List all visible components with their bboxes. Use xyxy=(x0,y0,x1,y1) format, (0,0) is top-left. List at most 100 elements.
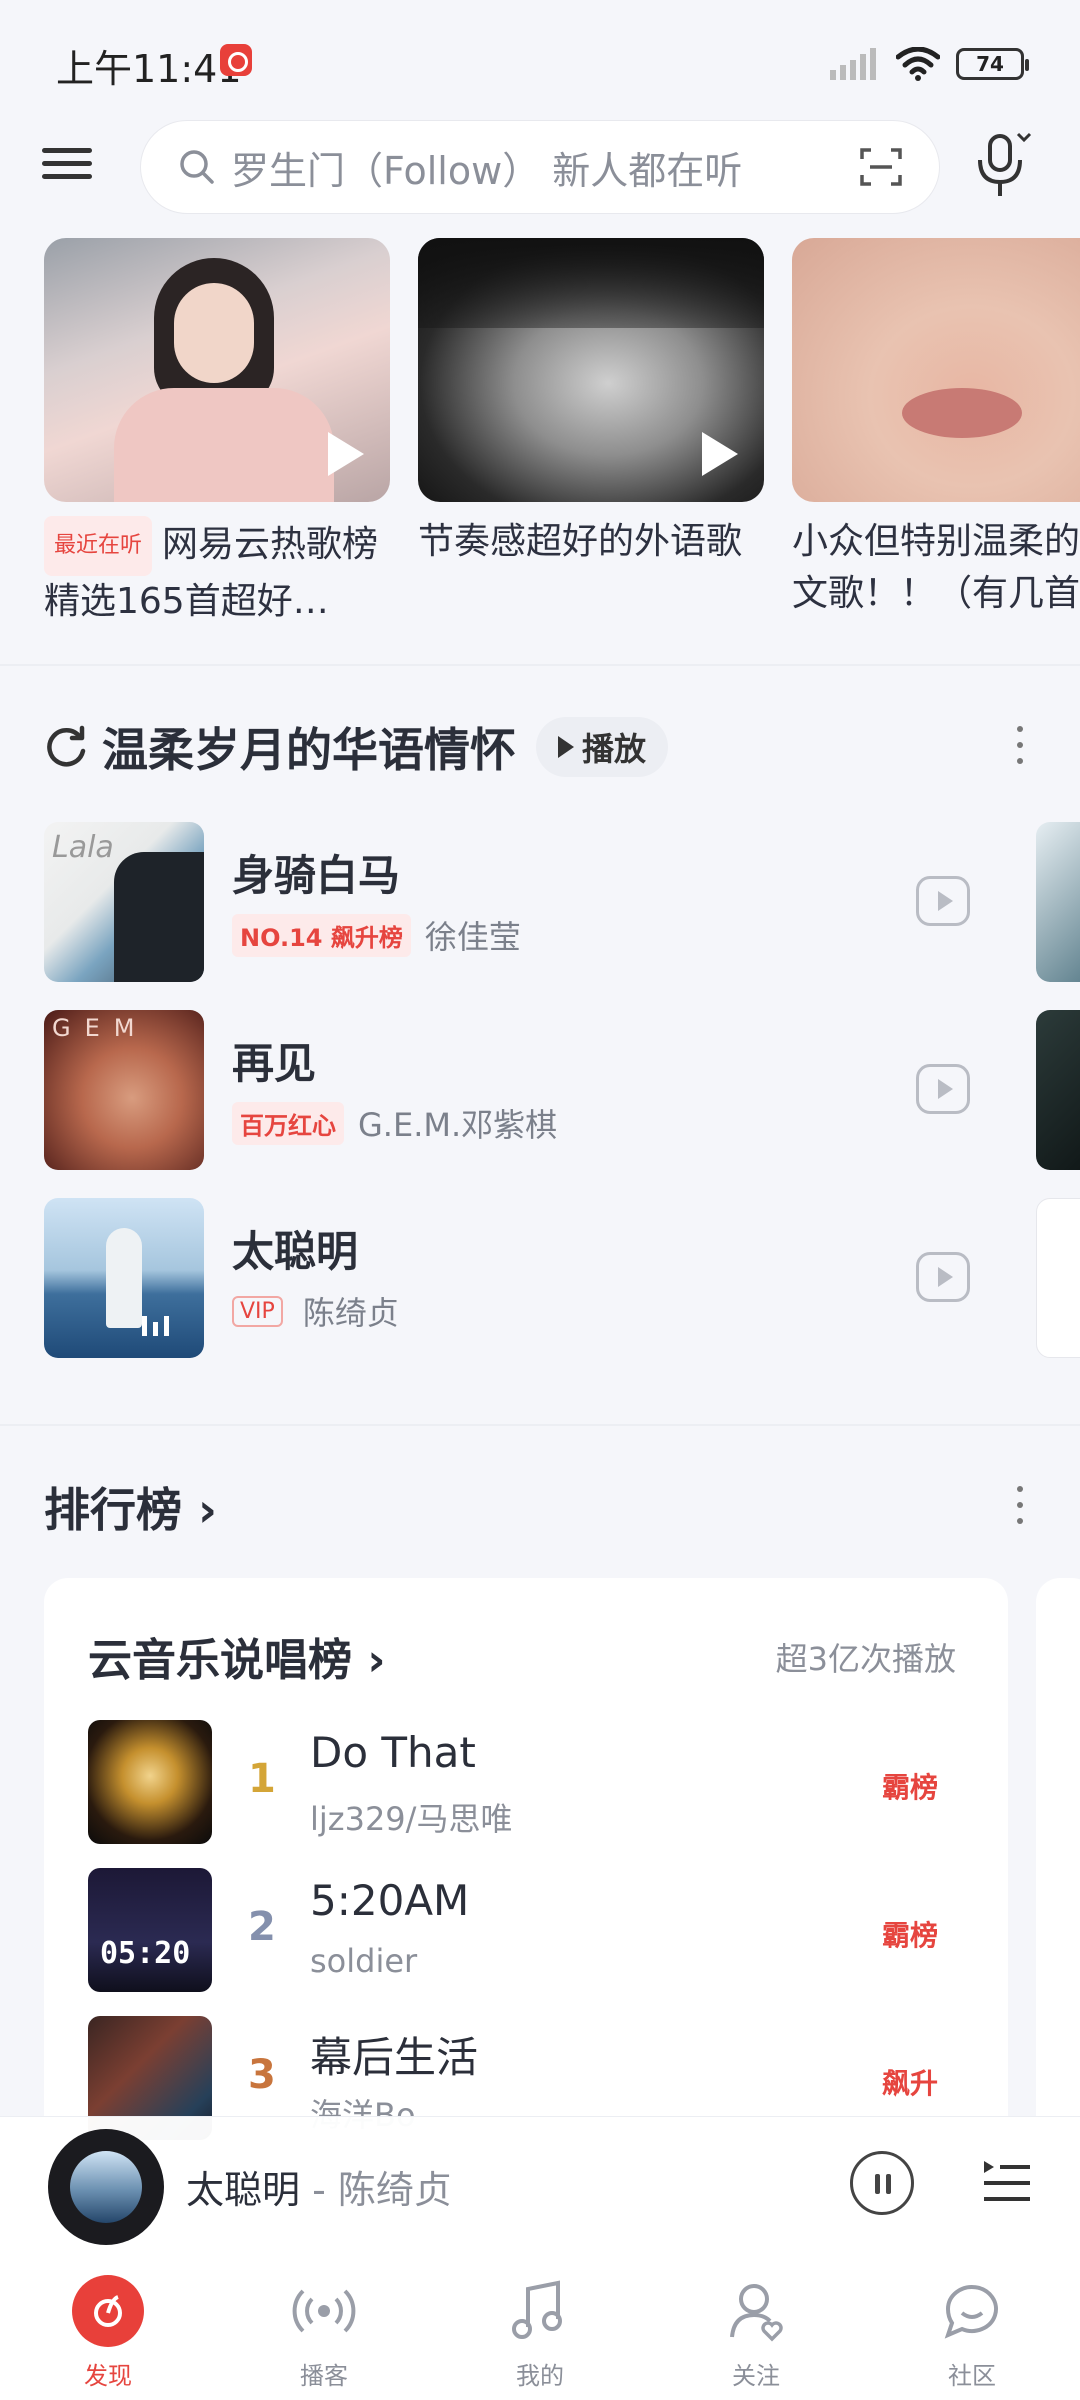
play-all-button[interactable]: 播放 xyxy=(536,717,669,777)
mini-player[interactable]: 太聪明 - 陈绮贞 xyxy=(0,2116,1080,2256)
chart-cover-image: 05:20 xyxy=(88,1868,212,1992)
chevron-right-icon: › xyxy=(367,1635,386,1686)
bottom-nav: 发现 播客 我的 关注 社区 xyxy=(0,2256,1080,2400)
song-artist: 陈绮贞 xyxy=(302,1294,399,1332)
play-video-icon[interactable] xyxy=(916,1064,970,1114)
chart-play-count: 超3亿次播放 xyxy=(775,1640,956,1678)
nav-follow[interactable]: 关注 xyxy=(648,2256,864,2400)
chart-artist: soldier xyxy=(310,1942,418,1980)
play-video-icon[interactable] xyxy=(916,876,970,926)
music-note-icon xyxy=(503,2274,577,2348)
signal-icon xyxy=(830,48,876,80)
now-playing-artist: 陈绮贞 xyxy=(337,2168,452,2212)
status-indicators: 74 xyxy=(830,44,1029,84)
chart-rank: 1 xyxy=(248,1756,276,1802)
section-divider xyxy=(0,1424,1080,1426)
recent-tag: 最近在听 xyxy=(44,516,153,576)
playlist-title: 小众但特别温柔的文歌！！（有几首 xyxy=(792,521,1080,614)
nav-label: 我的 xyxy=(516,2362,564,2390)
chevron-right-icon: › xyxy=(198,1483,217,1537)
playlist-queue-icon[interactable] xyxy=(980,2155,1032,2207)
menu-icon[interactable] xyxy=(42,140,96,194)
nav-label: 社区 xyxy=(948,2362,996,2390)
status-bar: 上午11:41 74 xyxy=(0,0,1080,120)
song-row[interactable]: GEM 再见 百万红心 G.E.M.邓紫棋 xyxy=(44,1010,1044,1170)
chart-tag: 霸榜 xyxy=(881,1919,938,1952)
status-time: 上午11:41 xyxy=(56,47,242,91)
next-column-cover xyxy=(1036,1010,1080,1170)
nav-community[interactable]: 社区 xyxy=(864,2256,1080,2400)
play-icon xyxy=(328,432,364,476)
play-icon xyxy=(702,432,738,476)
search-bar[interactable]: 罗生门（Follow） 新人都在听 xyxy=(140,120,940,214)
battery-level: 74 xyxy=(976,52,1004,76)
pause-button[interactable] xyxy=(850,2151,914,2215)
chart-title[interactable]: 云音乐说唱榜 › xyxy=(88,1624,385,1688)
now-playing-separator: - xyxy=(300,2168,338,2212)
battery-icon: 74 xyxy=(956,48,1029,80)
playlist-cover-image xyxy=(792,238,1080,502)
recommend-header: 温柔岁月的华语情怀 播放 xyxy=(44,714,669,780)
nav-label: 播客 xyxy=(300,2362,348,2390)
chart-cover-image xyxy=(88,1720,212,1844)
song-row[interactable]: Lala 身骑白马 NO.14 飙升榜 徐佳莹 xyxy=(44,822,1044,982)
nav-mine[interactable]: 我的 xyxy=(432,2256,648,2400)
play-icon xyxy=(558,736,574,758)
search-icon xyxy=(180,150,214,184)
nav-label: 关注 xyxy=(732,2362,780,2390)
chart-title-text: 云音乐说唱榜 xyxy=(88,1635,352,1686)
chart-tag: 飙升 xyxy=(881,2067,938,2100)
follow-icon xyxy=(719,2274,793,2348)
next-column-cover xyxy=(1036,1198,1080,1358)
album-disc[interactable] xyxy=(48,2129,164,2245)
more-options-icon[interactable] xyxy=(1010,1480,1030,1530)
now-playing-title: 太聪明 xyxy=(186,2168,301,2212)
more-options-icon[interactable] xyxy=(1010,720,1030,770)
song-cover-image: Lala xyxy=(44,822,204,982)
vip-badge: VIP xyxy=(232,1295,283,1327)
chart-row[interactable]: 1 Do That ljz329/马思唯 霸榜 xyxy=(88,1720,968,1844)
playlist-cover-image xyxy=(44,238,390,502)
chart-badge: NO.14 飙升榜 xyxy=(232,913,411,957)
song-artist: 徐佳莹 xyxy=(424,918,521,956)
album-art xyxy=(70,2151,142,2223)
play-all-label: 播放 xyxy=(582,730,647,768)
rankings-title: 排行榜 xyxy=(44,1483,182,1537)
chart-artist: ljz329/马思唯 xyxy=(310,1800,513,1838)
voice-search-icon[interactable] xyxy=(972,130,1032,200)
chart-song-title: Do That xyxy=(310,1728,476,1777)
refresh-icon[interactable] xyxy=(44,725,88,769)
song-cover-image: GEM xyxy=(44,1010,204,1170)
podcast-icon xyxy=(287,2274,361,2348)
community-icon xyxy=(935,2274,1009,2348)
netease-notification-icon xyxy=(220,44,252,76)
chart-song-title: 幕后生活 xyxy=(310,2033,479,2082)
playlist-card[interactable]: 小众但特别温柔的文歌！！（有几首 xyxy=(792,238,1080,620)
playlist-title: 节奏感超好的外语歌 xyxy=(418,521,743,562)
song-title: 太聪明 xyxy=(232,1227,359,1276)
playlist-card[interactable]: 节奏感超好的外语歌 xyxy=(418,238,764,568)
discover-icon xyxy=(72,2275,144,2347)
recommend-title: 温柔岁月的华语情怀 xyxy=(102,723,516,777)
scan-icon[interactable] xyxy=(859,147,903,187)
nav-discover[interactable]: 发现 xyxy=(0,2256,216,2400)
song-row[interactable]: 太聪明 VIP 陈绮贞 xyxy=(44,1198,1044,1358)
song-title: 身骑白马 xyxy=(232,851,401,900)
playlist-card[interactable]: 最近在听 网易云热歌榜精选165首超好… xyxy=(44,238,390,628)
nav-label: 发现 xyxy=(84,2362,132,2390)
song-cover-image xyxy=(44,1198,204,1358)
play-video-icon[interactable] xyxy=(916,1252,970,1302)
chart-rank: 3 xyxy=(248,2052,276,2098)
hearts-badge: 百万红心 xyxy=(232,1101,344,1145)
search-placeholder: 罗生门（Follow） 新人都在听 xyxy=(231,148,743,193)
song-artist: G.E.M.邓紫棋 xyxy=(358,1106,558,1144)
rankings-header[interactable]: 排行榜 › xyxy=(44,1474,217,1540)
chart-tag: 霸榜 xyxy=(881,1771,938,1804)
chart-row[interactable]: 05:20 2 5:20AM soldier 霸榜 xyxy=(88,1868,968,1992)
playlist-cover-image xyxy=(418,238,764,502)
section-divider xyxy=(0,664,1080,666)
chart-song-title: 5:20AM xyxy=(310,1876,470,1925)
chart-rank: 2 xyxy=(248,1904,276,1950)
now-playing[interactable]: 太聪明 - 陈绮贞 xyxy=(186,2159,452,2214)
nav-podcast[interactable]: 播客 xyxy=(216,2256,432,2400)
